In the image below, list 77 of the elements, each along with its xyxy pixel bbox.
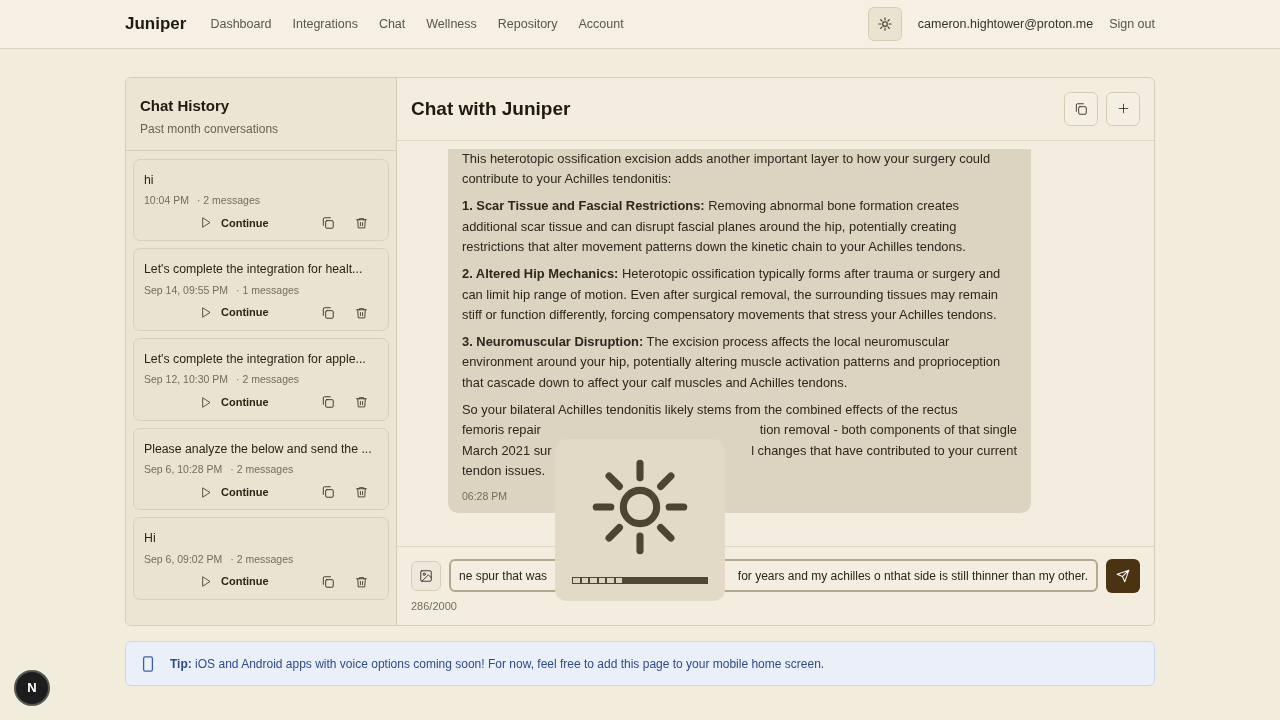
user-email: cameron.hightower@proton.me [917,15,1094,33]
nav-link[interactable]: Account [578,14,624,34]
nav-link[interactable]: Integrations [292,14,358,34]
continue-button[interactable]: Continue [196,392,273,413]
message-text: tion removal - both components of that single [759,421,1017,440]
conversation-time: Sep 12, 10:30 PM [144,372,229,388]
brightness-icon [590,457,690,557]
play-icon [200,306,212,320]
conversation-time: 10:04 PM [144,192,189,208]
conversation-card[interactable]: hi 10:04 PM · 2 messages Continue [133,158,389,242]
continue-button[interactable]: Continue [196,481,273,503]
nav-link[interactable]: Wellness [426,14,477,34]
play-icon [200,395,212,409]
chat-title: Chat with Juniper [411,96,572,121]
conversation-time: Sep 6, 10:28 PM [144,462,223,477]
image-icon [419,568,433,583]
message-text: March 2021 sur [462,441,552,460]
copy-icon [321,395,335,410]
copy-icon [321,485,335,499]
nav-link[interactable]: Repository [497,14,558,34]
conversation-card[interactable]: Please analyze the below and send the ... Sep 6, 10:28 PM · 2 messages Continue [133,427,389,511]
message-count: · 2 messages [236,372,300,388]
message-count: · 2 messages [230,551,294,567]
copy-icon [321,574,335,589]
trash-icon [355,215,368,230]
tip-text: Tip: iOS and Android apps with voice options coming soon! For now, feel free to add this page to your mobile home screen. [170,655,825,673]
trash-icon [355,395,368,410]
message-count: · 2 messages [230,462,294,477]
trash-icon [355,485,368,499]
copy-icon [1074,101,1088,116]
trash-icon [355,305,368,320]
message-paragraph: 2. Altered Hip Mechanics: Heterotopic ossification typically forms after trauma or surgery and can limit hip range of motion. Even after surgical removal, the surrounding tissues may remain stiff or function differently, forcing compensatory movements that stress your Achilles tendons. [462,265,1002,324]
conversation-title: hi [144,171,155,189]
nav-link[interactable]: Dashboard [210,14,272,34]
conversation-title: Please analyze the below and send the ... [144,440,373,458]
continue-button[interactable]: Continue [196,571,273,592]
copy-icon [321,215,335,230]
continue-button[interactable]: Continue [196,302,273,323]
conversation-time: Sep 14, 09:55 PM [144,282,229,298]
continue-button[interactable]: Continue [196,212,273,234]
brand-logo[interactable]: Juniper [125,11,187,37]
conversation-card[interactable]: Let's complete the integration for healt... Sep 14, 09:55 PM · 1 messages Continue [133,248,389,331]
message-text: So your bilateral Achilles tendonitis likely stems from the combined effects of the rectus [462,401,958,420]
conversation-title: Hi [144,530,157,548]
trash-icon [355,574,368,589]
conversation-title: Let's complete the integration for apple... [144,350,367,368]
play-icon [200,485,212,499]
send-icon [1116,568,1130,583]
sign-out-link[interactable]: Sign out [1109,14,1155,34]
message-text: tendon issues. [462,461,546,480]
plus-icon [1116,102,1130,116]
conversation-card[interactable]: Let's complete the integration for apple... Sep 12, 10:30 PM · 2 messages Continue [133,337,389,421]
message-time: 06:28 PM [462,489,507,505]
conversation-time: Sep 6, 09:02 PM [144,551,223,567]
nav-link[interactable]: Chat [378,14,406,34]
attach-image-button[interactable] [411,560,441,591]
message-paragraph: 1. Scar Tissue and Fascial Restrictions: Removing abnormal bone formation creates additional scar tissue and can disrupt fascial planes around the hip, potentially creating restrictions that alter movement patterns down the kinetic chain to your Achilles tendons. [462,197,967,256]
conversation-title: Let's complete the integration for healt... [144,261,364,279]
play-icon [200,575,212,589]
send-button[interactable] [1106,558,1140,593]
message-text: femoris repair [462,421,541,440]
sidebar-title: Chat History [140,96,231,116]
message-count: · 1 messages [236,282,300,298]
message-count: · 2 messages [196,192,260,208]
copy-icon [321,305,335,320]
dev-tools-button[interactable]: N [16,672,48,704]
play-icon [200,216,212,230]
sidebar-subtitle: Past month conversations [140,120,280,138]
theme-toggle-button[interactable] [867,7,902,41]
message-paragraph: 3. Neuromuscular Disruption: The excision process affects the local neuromuscular environment around your hip, potentially altering muscle activation patterns and proprioception that cascade down to affect your calf muscles and Achilles tendons. [462,333,1002,392]
message-paragraph: This heterotopic ossification excision adds another important layer to how your surgery could contribute to your Achilles tendonitis: [462,149,992,189]
message-text: l changes that have contributed to your current [751,441,1017,460]
conversation-card[interactable]: Hi Sep 6, 09:02 PM · 2 messages Continue [133,517,389,600]
phone-icon [142,655,154,672]
copy-chat-button[interactable] [1064,91,1098,126]
sun-icon [877,17,892,31]
character-counter: 286/2000 [411,598,457,614]
